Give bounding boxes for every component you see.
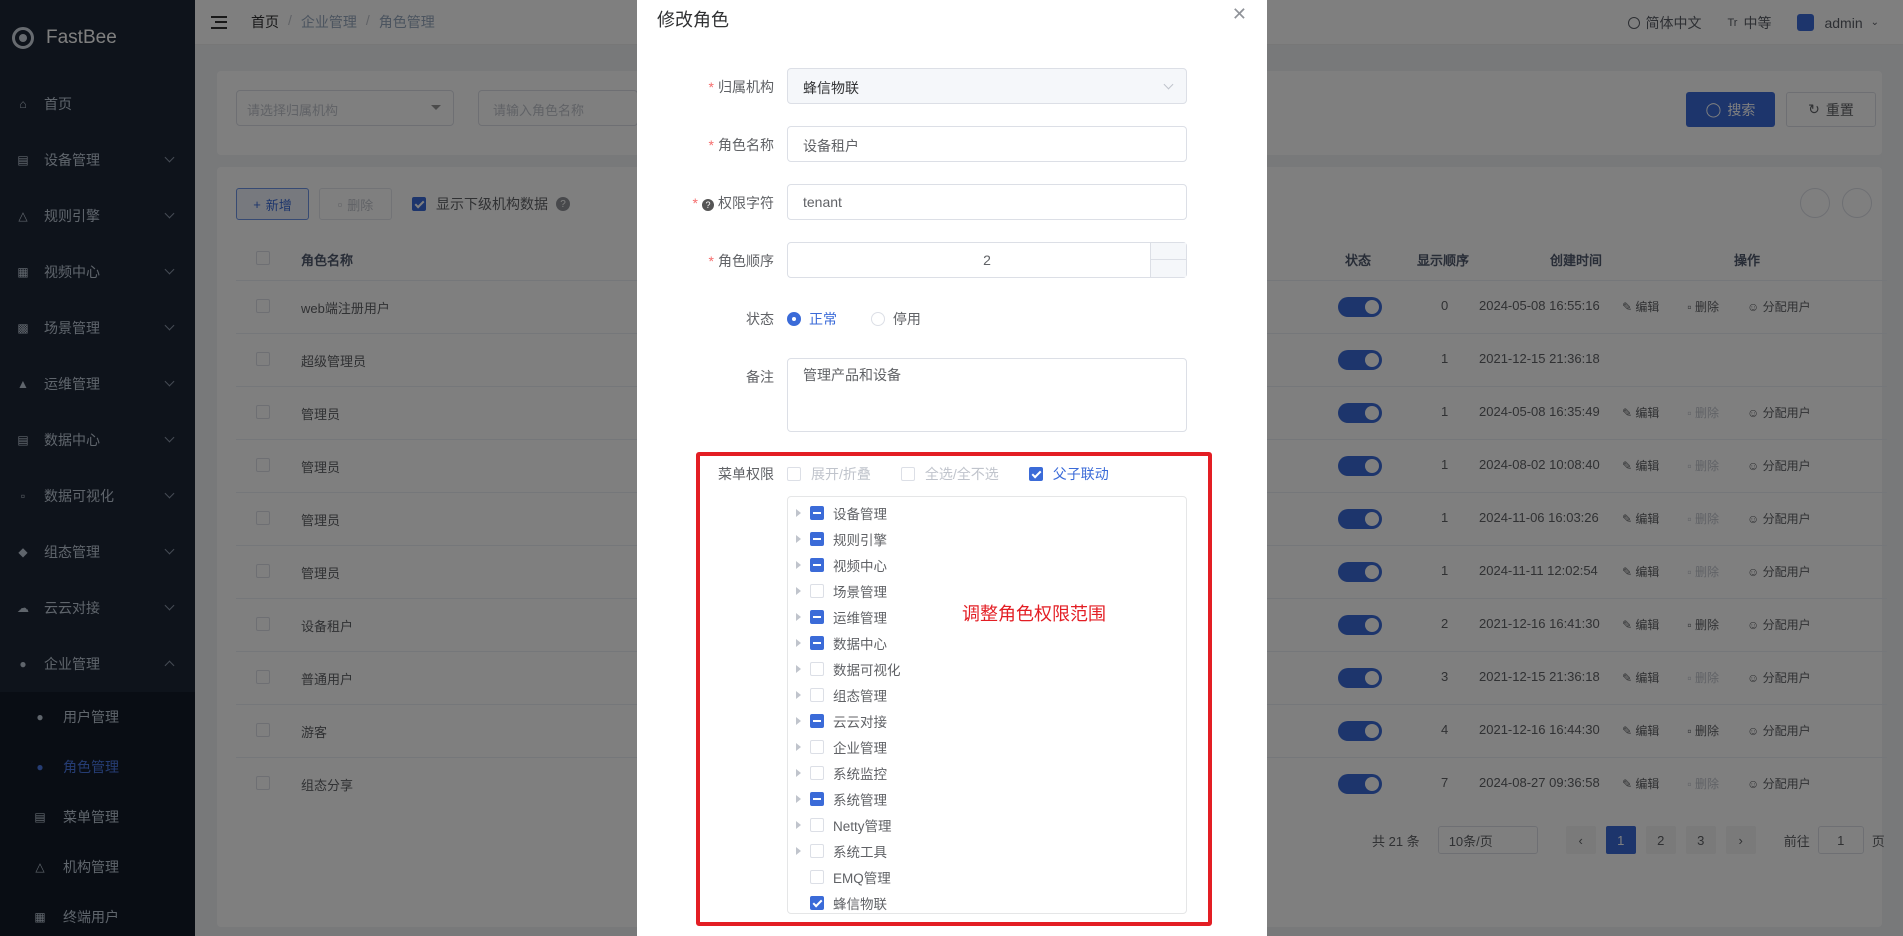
tree-node-checkbox[interactable] [810, 662, 824, 676]
tree-node[interactable]: 云云对接 [788, 708, 887, 734]
dialog-title: 修改角色 [657, 10, 729, 30]
status-disabled-radio[interactable]: 停用 [870, 311, 921, 327]
tree-node[interactable]: 数据可视化 [788, 656, 901, 682]
tree-node-label: 数据中心 [833, 637, 887, 652]
edit-role-dialog: 修改角色 ✕ * 归属机构 蜂信物联 * 角色名称 设备租户 *? 权限字符 tena… [637, 0, 1267, 936]
close-icon[interactable]: ✕ [1232, 4, 1247, 25]
tree-node-label: 规则引擎 [833, 533, 887, 548]
tree-node-checkbox[interactable] [810, 792, 824, 806]
role-order-stepper[interactable]: 2 [787, 242, 1187, 278]
tree-node-checkbox[interactable] [810, 558, 824, 572]
question-icon[interactable]: ? [702, 199, 714, 211]
role-order-label: * 角色顺序 [708, 253, 774, 269]
tree-node-label: 蜂信物联 [833, 897, 887, 912]
tree-node-label: 视频中心 [833, 559, 887, 574]
select-all-checkbox[interactable]: 全选/全不选 [900, 464, 999, 484]
status-radio-group: 正常 停用 [787, 309, 921, 329]
tree-node[interactable]: 系统工具 [788, 838, 887, 864]
status-normal-radio[interactable]: 正常 [787, 311, 837, 327]
tree-node-checkbox[interactable] [810, 740, 824, 754]
caret-right-icon[interactable] [788, 821, 808, 829]
caret-right-icon[interactable] [788, 665, 808, 673]
tree-node-checkbox[interactable] [810, 584, 824, 598]
remark-label: 备注 [746, 369, 774, 385]
menu-perm-options: 展开/折叠 全选/全不选 父子联动 [787, 464, 1139, 484]
role-order-value: 2 [983, 252, 991, 268]
expand-collapse-checkbox[interactable]: 展开/折叠 [787, 464, 871, 484]
caret-right-icon[interactable] [788, 535, 808, 543]
tree-node[interactable]: 规则引擎 [788, 526, 887, 552]
tree-node-checkbox[interactable] [810, 636, 824, 650]
tree-node[interactable]: 企业管理 [788, 734, 887, 760]
caret-right-icon[interactable] [788, 691, 808, 699]
tree-node[interactable]: EMQ管理 [788, 864, 891, 890]
caret-right-icon[interactable] [788, 743, 808, 751]
tree-node-label: 场景管理 [833, 585, 887, 600]
tree-node[interactable]: 蜂信物联 [788, 890, 887, 916]
tree-node[interactable]: 组态管理 [788, 682, 887, 708]
tree-node-label: 设备管理 [833, 507, 887, 522]
caret-right-icon[interactable] [788, 509, 808, 517]
tree-node-checkbox[interactable] [810, 896, 824, 910]
tree-node-checkbox[interactable] [810, 714, 824, 728]
tree-node-checkbox[interactable] [810, 506, 824, 520]
tree-node[interactable]: 数据中心 [788, 630, 887, 656]
caret-right-icon[interactable] [788, 847, 808, 855]
tree-node-label: 云云对接 [833, 715, 887, 730]
parent-child-linkage-checkbox[interactable]: 父子联动 [1028, 464, 1109, 484]
tree-node-label: Netty管理 [833, 819, 892, 834]
tree-node-label: 数据可视化 [833, 663, 901, 678]
tree-node[interactable]: Netty管理 [788, 812, 892, 838]
tree-node[interactable]: 系统管理 [788, 786, 887, 812]
tree-node[interactable]: 运维管理 [788, 604, 887, 630]
status-label: 状态 [746, 311, 774, 327]
tree-node[interactable]: 设备管理 [788, 500, 887, 526]
role-name-field[interactable]: 设备租户 [787, 126, 1187, 162]
role-key-label: *? 权限字符 [692, 195, 774, 211]
tree-node-label: 系统管理 [833, 793, 887, 808]
caret-right-icon[interactable] [788, 769, 808, 777]
tree-node-checkbox[interactable] [810, 766, 824, 780]
tree-node-checkbox[interactable] [810, 610, 824, 624]
org-field[interactable]: 蜂信物联 [787, 68, 1187, 104]
caret-right-icon[interactable] [788, 639, 808, 647]
increase-button[interactable] [1150, 243, 1186, 260]
decrease-button[interactable] [1150, 260, 1186, 277]
role-key-field[interactable]: tenant [787, 184, 1187, 220]
caret-right-icon[interactable] [788, 795, 808, 803]
caret-right-icon[interactable] [788, 717, 808, 725]
menu-tree: 设备管理规则引擎视频中心场景管理运维管理数据中心数据可视化组态管理云云对接企业管… [787, 496, 1187, 914]
caret-right-icon[interactable] [788, 613, 808, 621]
remark-textarea[interactable]: 管理产品和设备 [787, 358, 1187, 432]
caret-right-icon[interactable] [788, 587, 808, 595]
tree-node-label: 系统工具 [833, 845, 887, 860]
tree-node-checkbox[interactable] [810, 870, 824, 884]
tree-node-label: 系统监控 [833, 767, 887, 782]
org-label: * 归属机构 [708, 79, 774, 95]
tree-node-checkbox[interactable] [810, 688, 824, 702]
tree-node-checkbox[interactable] [810, 532, 824, 546]
role-name-label: * 角色名称 [708, 137, 774, 153]
tree-node-checkbox[interactable] [810, 818, 824, 832]
caret-right-icon[interactable] [788, 561, 808, 569]
tree-node[interactable]: 系统监控 [788, 760, 887, 786]
menu-perm-label: 菜单权限 [718, 466, 774, 482]
tree-node-checkbox[interactable] [810, 844, 824, 858]
tree-node-label: 运维管理 [833, 611, 887, 626]
annotation-text: 调整角色权限范围 [962, 604, 1106, 624]
tree-node-label: 组态管理 [833, 689, 887, 704]
tree-node-label: EMQ管理 [833, 871, 891, 886]
tree-node[interactable]: 视频中心 [788, 552, 887, 578]
tree-node[interactable]: 场景管理 [788, 578, 887, 604]
tree-node-label: 企业管理 [833, 741, 887, 756]
